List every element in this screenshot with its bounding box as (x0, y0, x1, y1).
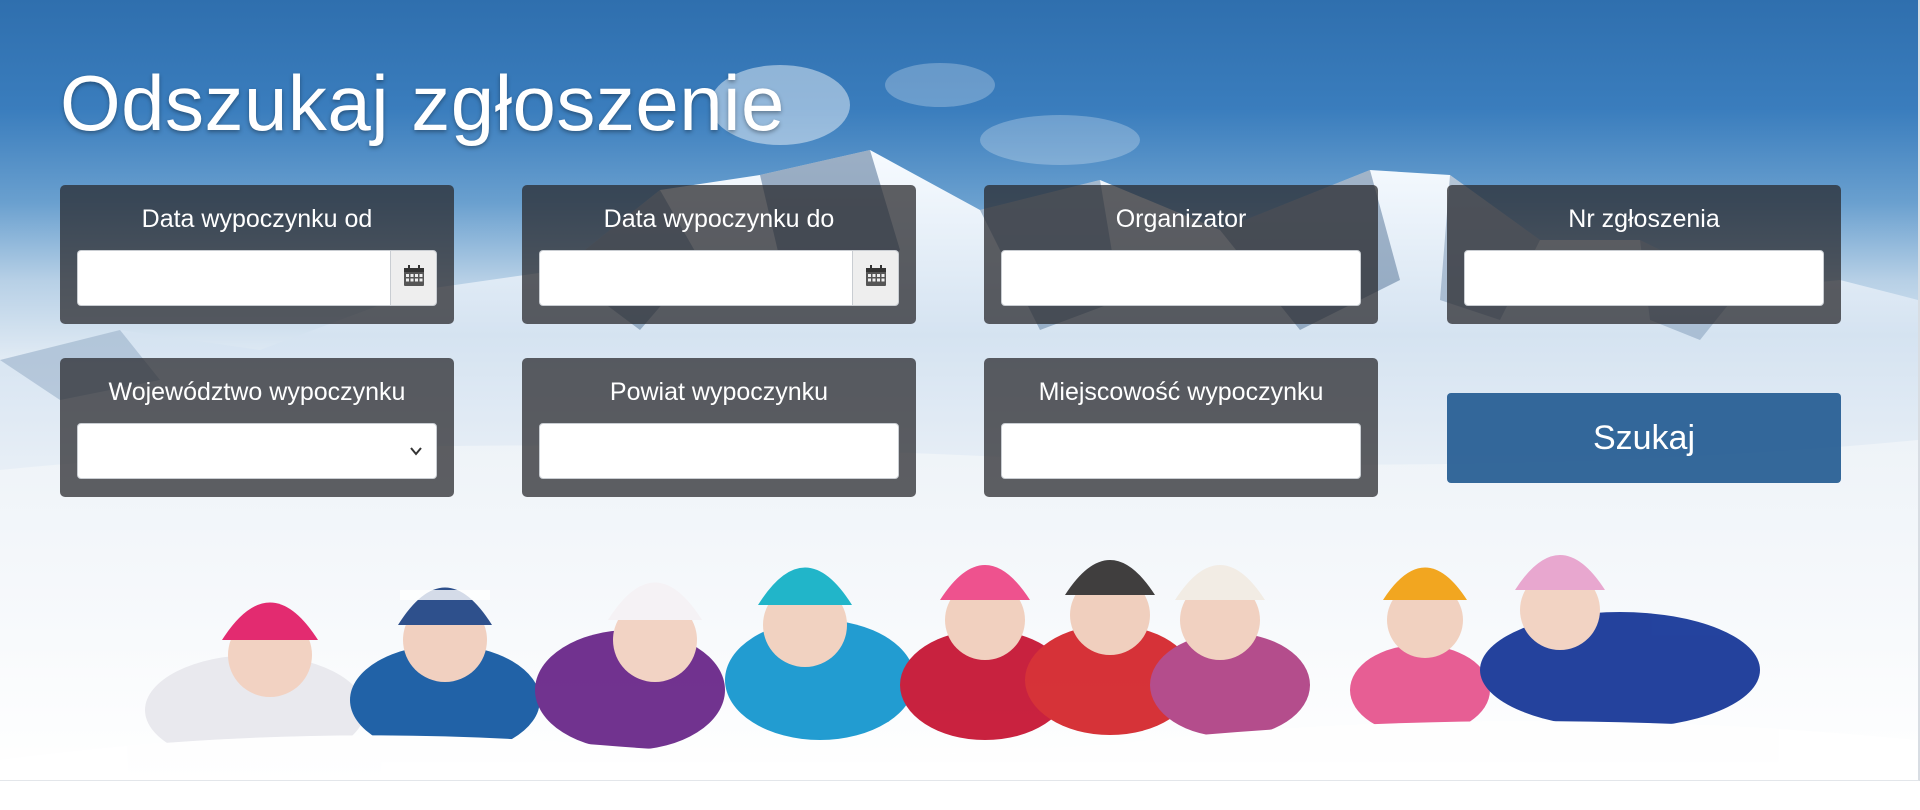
calendar-icon (403, 264, 425, 292)
county-label: Powiat wypoczynku (609, 378, 829, 406)
locality-panel: Miejscowość wypoczynku (984, 358, 1378, 497)
date-from-label: Data wypoczynku od (141, 205, 373, 233)
county-panel: Powiat wypoczynku (522, 358, 916, 497)
locality-label: Miejscowość wypoczynku (1038, 378, 1324, 406)
application-number-panel: Nr zgłoszenia (1447, 185, 1841, 324)
organizer-input[interactable] (1001, 250, 1361, 306)
voivodeship-select[interactable] (77, 423, 437, 479)
county-input[interactable] (539, 423, 899, 479)
application-number-label: Nr zgłoszenia (1568, 205, 1720, 233)
date-from-group (77, 250, 437, 306)
date-from-input[interactable] (77, 250, 390, 306)
locality-input[interactable] (1001, 423, 1361, 479)
date-from-panel: Data wypoczynku od (60, 185, 454, 324)
date-from-calendar-button[interactable] (390, 250, 437, 306)
date-to-group (539, 250, 899, 306)
page-title: Odszukaj zgłoszenie (60, 59, 785, 147)
date-to-input[interactable] (539, 250, 852, 306)
voivodeship-panel: Województwo wypoczynku (60, 358, 454, 497)
organizer-panel: Organizator (984, 185, 1378, 324)
calendar-icon (865, 264, 887, 292)
search-button[interactable]: Szukaj (1447, 393, 1841, 483)
date-to-label: Data wypoczynku do (603, 205, 835, 233)
organizer-label: Organizator (1115, 205, 1247, 233)
chevron-down-icon (408, 444, 424, 463)
date-to-panel: Data wypoczynku do (522, 185, 916, 324)
voivodeship-label: Województwo wypoczynku (108, 378, 406, 406)
application-number-input[interactable] (1464, 250, 1824, 306)
hero-banner: Odszukaj zgłoszenie Data wypoczynku od D… (0, 0, 1920, 781)
date-to-calendar-button[interactable] (852, 250, 899, 306)
